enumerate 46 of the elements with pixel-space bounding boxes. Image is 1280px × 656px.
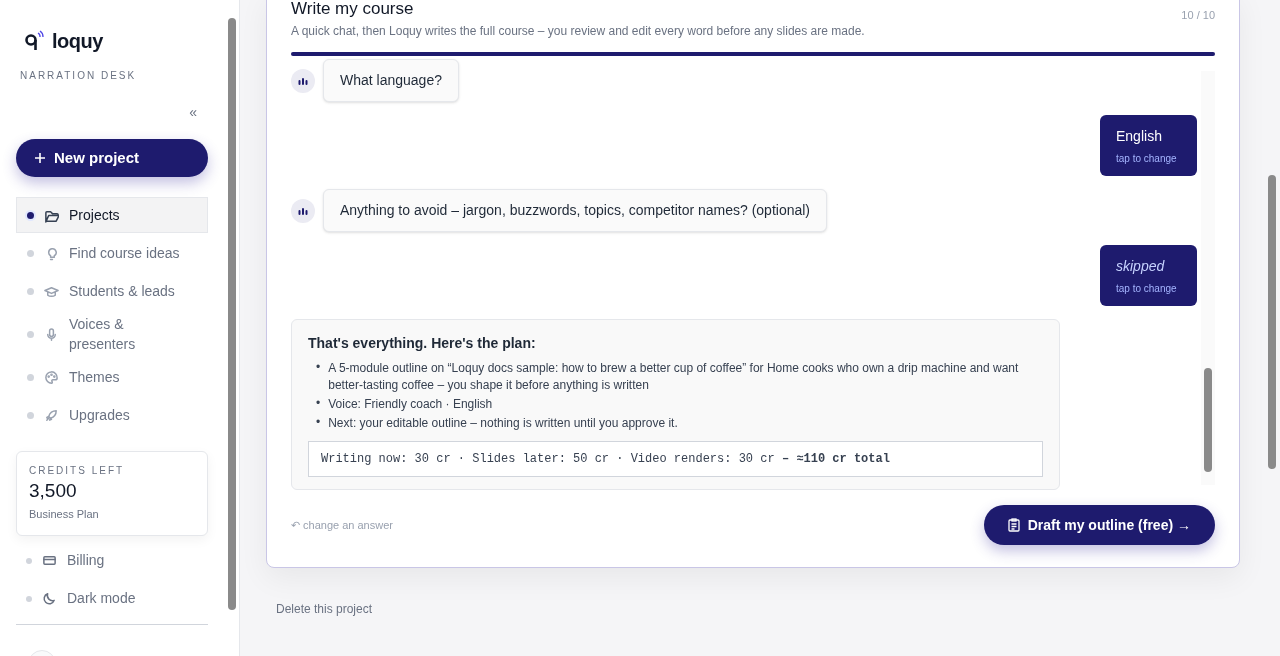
palette-icon [44,369,59,385]
answer-bubble[interactable]: skipped tap to change [1100,245,1197,306]
nav-item[interactable]: Billing [16,541,208,580]
bullet-mark: • [316,359,321,376]
scrollbar-thumb[interactable] [1268,175,1276,469]
bullet-mark: • [316,414,321,431]
plan-title: That's everything. Here's the plan: [308,334,537,353]
step-counter: 10 / 10 [1181,8,1215,23]
draft-outline-button[interactable]: Draft my outline (free) → [983,505,1215,545]
plus-icon [34,152,46,164]
delete-project-link[interactable]: Delete this project [276,600,373,618]
nav-item[interactable]: Themes [16,359,208,395]
credits-amount: 3,500 [29,479,78,503]
collapse-button[interactable]: « [189,105,197,119]
nav-item[interactable]: Upgrades [16,397,208,433]
microphone-icon [44,326,59,342]
moon-icon [42,591,57,606]
rocket-icon [44,407,59,423]
assistant-message: What language? [323,59,459,102]
plan-item: Voice: Friendly coach · English [328,396,493,413]
card-title: Write my course [291,0,415,19]
plan-name: Business Plan [29,507,100,522]
credits-label: CREDITS LEFT [29,464,126,478]
nav-item[interactable]: Students & leads [16,273,208,309]
scrollbar-thumb[interactable] [228,18,236,610]
assistant-message: Anything to avoid – jargon, buzzwords, topics, competitor names? (optional) [323,189,828,232]
plan-item: Next: your editable outline – nothing is written until you approve it. [328,415,678,432]
new-project-button[interactable]: New project [16,139,208,177]
bullet-mark: • [316,395,321,412]
logo-icon [24,30,44,52]
nav-item[interactable]: Dark mode [16,579,208,618]
nav-item[interactable]: Find course ideas [16,235,208,271]
card-subtitle: A quick chat, then Loquy writes the full course – you review and edit every word before any slides are made. [291,23,865,40]
assistant-avatar-icon [291,68,315,93]
clipboard-icon [1007,518,1020,532]
change-answer-link[interactable]: ↶ change an answer [291,516,393,534]
scrollbar-thumb[interactable] [1204,368,1212,472]
assistant-avatar-icon [291,198,315,223]
plan-item: A 5-module outline on “Loquy docs sample: how to brew a better cup of coffee” for Home cooks who own a drip machine and want better-tasting coffee – you shape it before anything is written [328,360,1020,394]
answer-bubble[interactable]: English tap to change [1100,115,1197,176]
nav-item[interactable]: Voices & presenters [16,311,208,357]
logo-text: loquy [52,29,103,54]
cost-summary: Writing now: 30 cr · Slides later: 50 cr · Video renders: 30 cr – ≈110 cr total [308,441,1043,477]
tagline: NARRATION DESK [20,69,138,83]
nav-item[interactable]: Projects [16,197,208,233]
credit-card-icon [42,553,57,568]
